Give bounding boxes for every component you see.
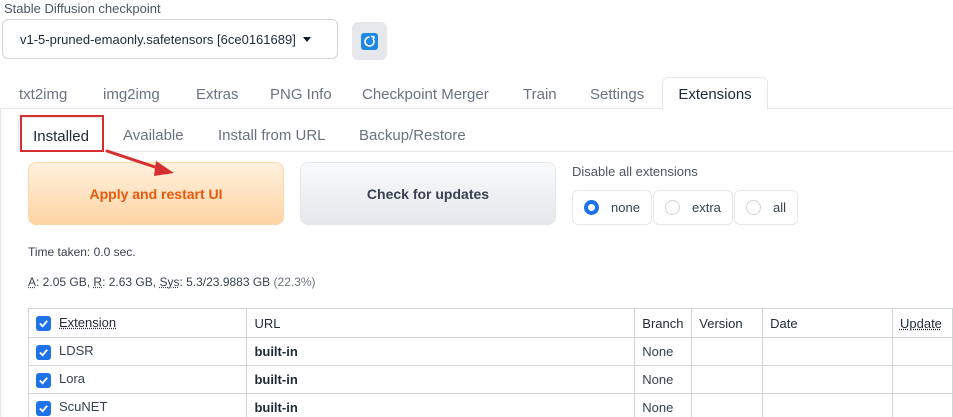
extension-url: built-in [246, 365, 636, 394]
extension-url: built-in [246, 393, 636, 417]
extension-version [691, 337, 764, 366]
disable-extensions-label: Disable all extensions [572, 164, 698, 179]
extensions-table: Extension URL Branch Version Date Update… [27, 308, 953, 417]
mem-r-value: : 2.63 GB, [102, 275, 160, 289]
mem-sys-value: : 5.3/23.9883 GB [179, 275, 274, 289]
subtab-backup-restore[interactable]: Backup/Restore [359, 127, 466, 144]
header-branch: Branch [634, 308, 693, 338]
extension-update [891, 337, 953, 366]
tab-extensions[interactable]: Extensions [662, 77, 768, 110]
table-row: LDSR built-in None [27, 337, 953, 366]
annotation-arrow-icon [105, 149, 174, 176]
extension-date [762, 365, 893, 394]
radio-unchecked-icon [665, 200, 680, 215]
mem-sys-key: Sys [159, 275, 180, 289]
refresh-checkpoints-button[interactable] [352, 22, 387, 60]
extension-branch: None [634, 393, 693, 417]
subtab-available[interactable]: Available [123, 127, 184, 144]
tab-checkpoint-merger[interactable]: Checkpoint Merger [362, 86, 489, 103]
extension-cell: LDSR [27, 337, 248, 366]
extension-url: built-in [246, 337, 636, 366]
extension-enable-checkbox[interactable] [36, 344, 51, 360]
checkpoint-dropdown[interactable]: v1-5-pruned-emaonly.safetensors [6ce0161… [2, 19, 338, 59]
annotation-highlight-box [20, 115, 104, 152]
table-header-row: Extension URL Branch Version Date Update [27, 308, 953, 338]
radio-none[interactable]: none [572, 190, 652, 225]
extension-cell: ScuNET [27, 393, 248, 417]
tab-train[interactable]: Train [523, 86, 557, 103]
extension-branch: None [634, 365, 693, 394]
mem-percent: (22.3%) [273, 275, 316, 289]
header-update: Update [891, 308, 953, 338]
header-version: Version [691, 308, 764, 338]
tab-img2img[interactable]: img2img [103, 86, 160, 103]
radio-checked-icon [584, 200, 599, 215]
subtab-install-from-url[interactable]: Install from URL [218, 127, 326, 144]
radio-all-label: all [773, 200, 787, 215]
extension-date [762, 337, 893, 366]
header-url: URL [246, 308, 636, 338]
extension-update [891, 365, 953, 394]
memory-usage-text: A: 2.05 GB, R: 2.63 GB, Sys: 5.3/23.9883… [28, 275, 316, 289]
radio-extra-label: extra [692, 200, 721, 215]
mem-r-key: R [93, 275, 103, 289]
radio-unchecked-icon [746, 200, 761, 215]
table-row: Lora built-in None [27, 365, 953, 394]
tab-png-info[interactable]: PNG Info [270, 86, 332, 103]
tab-settings[interactable]: Settings [590, 86, 644, 103]
table-row: ScuNET built-in None [27, 393, 953, 417]
header-extension-label: Extension [59, 314, 117, 330]
refresh-icon [361, 32, 378, 50]
header-date: Date [762, 308, 893, 338]
header-update-label: Update [899, 315, 942, 331]
extension-name: Lora [59, 371, 86, 387]
extension-version [691, 393, 764, 417]
extension-enable-checkbox[interactable] [36, 372, 51, 388]
mem-a-key: A [28, 275, 37, 289]
main-tab-bar: txt2img img2img Extras PNG Info Checkpoi… [0, 77, 953, 110]
extension-name: ScuNET [59, 399, 108, 415]
radio-extra[interactable]: extra [653, 190, 733, 225]
extension-update [891, 393, 953, 417]
check-for-updates-button[interactable]: Check for updates [300, 162, 556, 225]
extension-branch: None [634, 337, 693, 366]
time-taken-text: Time taken: 0.0 sec. [28, 245, 136, 259]
extension-version [691, 365, 764, 394]
extension-enable-checkbox[interactable] [36, 400, 51, 416]
header-extension: Extension [27, 308, 248, 338]
extension-date [762, 393, 893, 417]
mem-a-value: : 2.05 GB, [36, 275, 94, 289]
tab-extras[interactable]: Extras [196, 86, 239, 103]
checkpoint-selected-value: v1-5-pruned-emaonly.safetensors [6ce0161… [20, 31, 296, 47]
checkpoint-label: Stable Diffusion checkpoint [4, 1, 161, 16]
extension-cell: Lora [27, 365, 248, 394]
extension-name: LDSR [59, 343, 94, 359]
radio-all[interactable]: all [734, 190, 798, 225]
extensions-sub-tab-bar: Installed Available Install from URL Bac… [18, 117, 953, 152]
tab-txt2img[interactable]: txt2img [19, 86, 67, 103]
radio-none-label: none [611, 200, 640, 215]
chevron-down-icon [303, 37, 311, 42]
select-all-checkbox[interactable] [36, 316, 51, 332]
